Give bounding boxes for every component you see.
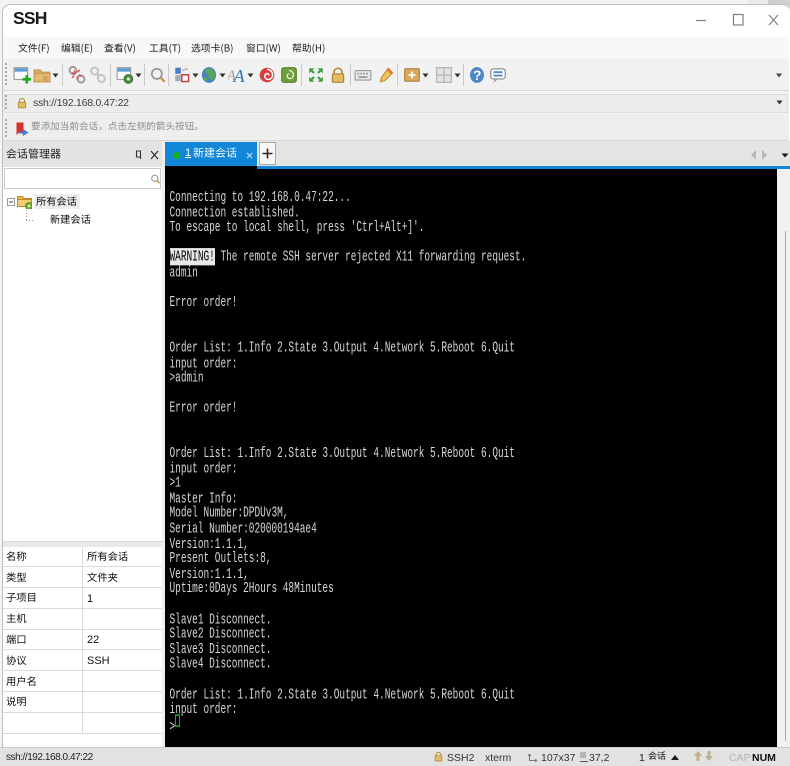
svg-text:?: ? — [473, 68, 481, 83]
svg-text:A: A — [233, 66, 246, 84]
